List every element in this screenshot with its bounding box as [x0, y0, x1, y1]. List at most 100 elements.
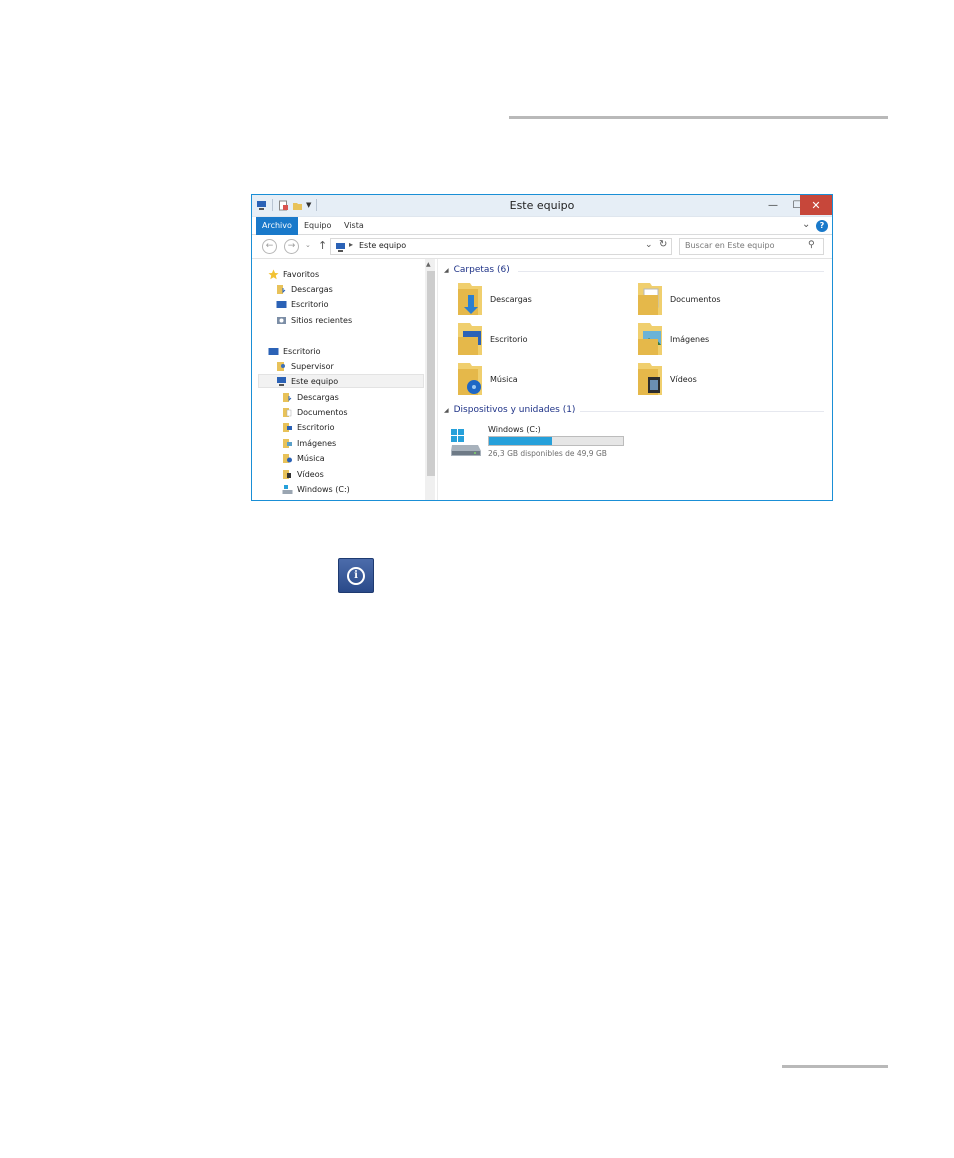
tree-label: Imágenes: [297, 438, 337, 448]
devices-group-header[interactable]: ◢ Dispositivos y unidades (1): [444, 405, 575, 415]
tab-vista[interactable]: Vista: [338, 217, 370, 235]
up-icon[interactable]: ↑: [318, 239, 327, 252]
folder-label: Documentos: [670, 294, 721, 304]
drive-name: Windows (C:): [488, 425, 541, 434]
breadcrumb[interactable]: Este equipo: [359, 241, 406, 250]
folders-group-header[interactable]: ◢ Carpetas (6): [444, 265, 510, 275]
tab-equipo[interactable]: Equipo: [298, 217, 337, 235]
folder-musica[interactable]: Música: [454, 361, 518, 397]
desktop-folder-icon: [283, 422, 292, 432]
tree-label: Vídeos: [297, 469, 324, 479]
tree-item-sitios-recientes[interactable]: Sitios recientes: [276, 313, 352, 327]
videos-folder-icon: [283, 469, 291, 479]
drive-icon: [451, 429, 481, 456]
back-icon[interactable]: ←: [262, 239, 277, 254]
folder-label: Escritorio: [490, 334, 528, 344]
videos-folder-icon: [638, 363, 662, 395]
drive-windows-c[interactable]: Windows (C:) 26,3 GB disponibles de 49,9…: [450, 425, 650, 465]
refresh-icon[interactable]: ↻: [659, 239, 667, 250]
drive-usage-bar: [488, 436, 624, 446]
tree-label: Descargas: [297, 392, 339, 402]
downloads-folder-icon: [277, 284, 286, 294]
group-divider: [518, 271, 824, 272]
search-input[interactable]: Buscar en Este equipo ⚲: [679, 238, 824, 255]
tree-item-descargas[interactable]: Descargas: [282, 390, 339, 404]
music-folder-icon: [283, 453, 292, 463]
help-icon[interactable]: ?: [816, 220, 828, 232]
documents-folder-icon: [283, 407, 292, 417]
tree-item-musica[interactable]: Música: [282, 451, 325, 465]
drive-usage-fill: [489, 437, 552, 445]
group-title: Carpetas (6): [453, 265, 510, 275]
address-bar[interactable]: ▸ Este equipo ⌄ ↻: [330, 238, 672, 255]
tree-label: Descargas: [291, 284, 333, 294]
folder-label: Imágenes: [670, 334, 710, 344]
content-pane: ◢ Carpetas (6) Descargas Documentos Escr…: [440, 259, 832, 500]
minimize-button[interactable]: —: [760, 195, 786, 215]
footer-rule: [782, 1065, 888, 1068]
tab-archivo[interactable]: Archivo: [256, 217, 298, 235]
recent-locations-icon[interactable]: ⌄: [305, 241, 311, 249]
tree-item-videos[interactable]: Vídeos: [282, 467, 324, 481]
tree-label: Este equipo: [291, 376, 339, 386]
tree-item-documentos[interactable]: Documentos: [282, 405, 348, 419]
scroll-up-icon[interactable]: ▲: [426, 261, 431, 268]
tree-item-descargas[interactable]: Descargas: [276, 282, 333, 296]
tree-item-imagenes[interactable]: Imágenes: [282, 436, 336, 450]
recent-places-icon: [277, 316, 286, 324]
group-divider: [580, 411, 824, 412]
tree-escritorio[interactable]: Escritorio: [268, 344, 321, 358]
title-bar: ▼ Este equipo — ☐ ✕: [252, 195, 832, 217]
address-dropdown-icon[interactable]: ⌄: [645, 240, 653, 250]
computer-icon: [277, 376, 286, 386]
downloads-folder-icon: [458, 283, 482, 315]
navigation-bar: ← → ⌄ ↑ ▸ Este equipo ⌄ ↻ Buscar en Este…: [252, 235, 832, 259]
downloads-folder-icon: [283, 392, 292, 402]
desktop-folder-icon: [458, 323, 482, 355]
drive-free-space: 26,3 GB disponibles de 49,9 GB: [488, 449, 607, 458]
user-folder-icon: [277, 361, 285, 371]
tree-label: Sitios recientes: [291, 315, 353, 325]
header-rule: [509, 116, 888, 119]
tree-favoritos[interactable]: Favoritos: [268, 267, 319, 281]
info-icon: i: [338, 558, 374, 593]
breadcrumb-arrow-icon[interactable]: ▸: [349, 240, 353, 249]
explorer-window: ▼ Este equipo — ☐ ✕ Archivo Equipo Vista…: [251, 194, 833, 501]
info-glyph: i: [347, 567, 365, 585]
ribbon-tabs: Archivo Equipo Vista ⌄ ?: [252, 217, 832, 235]
tree-item-supervisor[interactable]: Supervisor: [276, 359, 334, 373]
folder-label: Vídeos: [670, 374, 697, 384]
tree-item-escritorio[interactable]: Escritorio: [276, 297, 329, 311]
drive-icon: [282, 484, 293, 494]
folder-escritorio[interactable]: Escritorio: [454, 321, 528, 357]
tree-item-este-equipo[interactable]: Este equipo: [258, 374, 424, 388]
folder-descargas[interactable]: Descargas: [454, 281, 532, 317]
tree-label: Escritorio: [297, 422, 335, 432]
expand-ribbon-icon[interactable]: ⌄: [802, 219, 810, 230]
navigation-pane: Favoritos Descargas Escritorio Sitios re…: [252, 259, 438, 500]
close-button[interactable]: ✕: [800, 195, 832, 215]
star-icon: [268, 269, 279, 279]
music-folder-icon: [458, 363, 482, 395]
tree-label: Favoritos: [283, 269, 320, 279]
search-icon[interactable]: ⚲: [808, 240, 815, 250]
group-title: Dispositivos y unidades (1): [453, 405, 576, 415]
tree-label: Escritorio: [283, 346, 321, 356]
collapse-icon[interactable]: ◢: [444, 407, 449, 414]
folder-label: Música: [490, 374, 518, 384]
nav-pane-scroll-thumb[interactable]: [427, 271, 435, 476]
documents-folder-icon: [638, 283, 662, 315]
tree-label: Música: [297, 453, 325, 463]
tree-label: Escritorio: [291, 299, 329, 309]
window-title: Este equipo: [509, 199, 575, 212]
folder-videos[interactable]: Vídeos: [634, 361, 697, 397]
forward-icon[interactable]: →: [284, 239, 299, 254]
desktop-icon: [276, 300, 287, 308]
folder-documentos[interactable]: Documentos: [634, 281, 721, 317]
folder-imagenes[interactable]: Imágenes: [634, 321, 709, 357]
tree-item-escritorio[interactable]: Escritorio: [282, 420, 335, 434]
computer-icon: [336, 243, 345, 252]
collapse-icon[interactable]: ◢: [444, 267, 449, 274]
tree-label: Documentos: [297, 407, 348, 417]
tree-item-windows-c[interactable]: Windows (C:): [282, 482, 350, 496]
